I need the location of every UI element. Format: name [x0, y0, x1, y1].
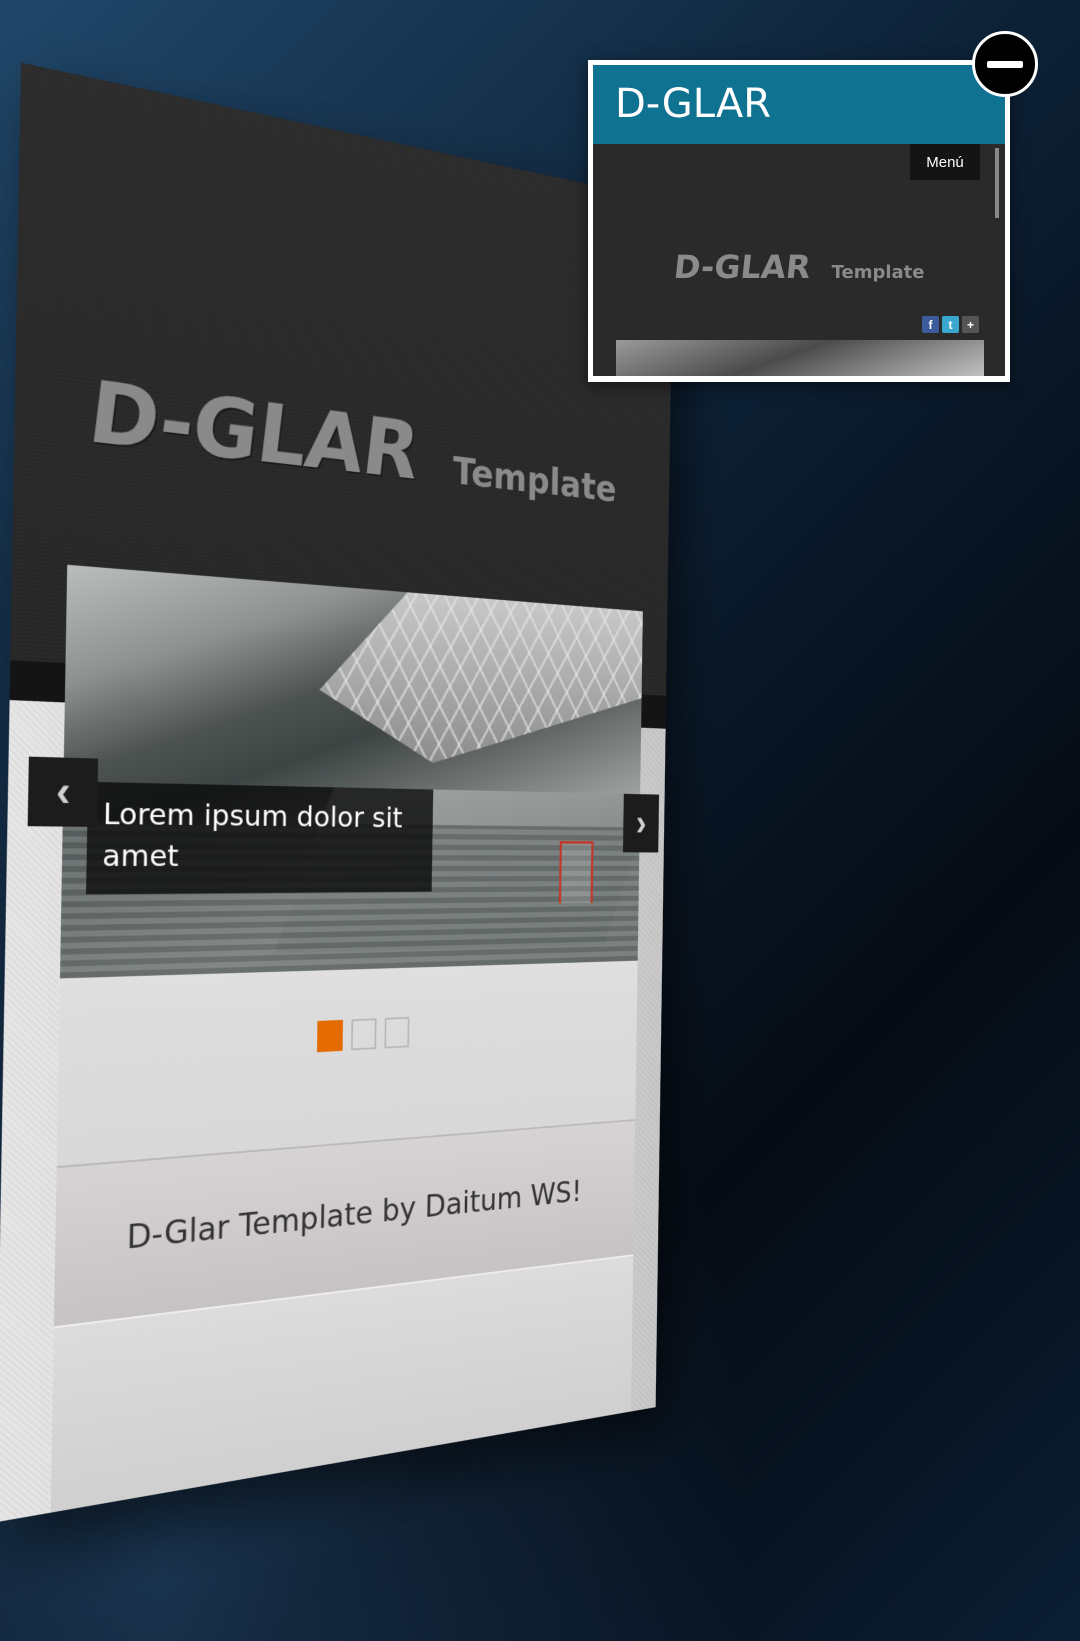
logo-sub-text: Template	[452, 448, 617, 511]
preview-logo-sub: Template	[831, 262, 925, 283]
preview-header: D-GLAR	[593, 65, 1005, 144]
preview-logo-main: D-GLAR	[671, 248, 813, 286]
minimize-button[interactable]	[972, 31, 1038, 97]
preview-logo: D-GLAR Template	[593, 248, 1005, 286]
site-logo[interactable]: D-GLAR Template	[14, 351, 670, 525]
minus-icon	[987, 60, 1023, 68]
slide-caption: Lorem ipsum dolor sit amet	[86, 781, 434, 895]
preview-scrollbar[interactable]	[995, 148, 999, 218]
pager-dot-2[interactable]	[350, 1018, 377, 1051]
logo-main-text: D-GLAR	[83, 361, 423, 498]
pager-dot-3[interactable]	[384, 1016, 410, 1049]
preview-body: Menú D-GLAR Template f t +	[593, 144, 1005, 376]
slider-next-button[interactable]: ›	[622, 793, 660, 853]
preview-slider-image	[616, 340, 984, 376]
pager-dot-1[interactable]	[316, 1019, 344, 1053]
preview-facebook-icon[interactable]: f	[922, 316, 939, 333]
preview-twitter-icon[interactable]: t	[942, 316, 959, 333]
preview-title: D-GLAR	[615, 81, 772, 127]
template-page: D-GLAR Template f t + Lorem ipsum dolor …	[0, 62, 674, 1523]
tagline-text: D-Glar Template by Daitum WS!	[126, 1174, 582, 1258]
slide-caption-text: Lorem ipsum dolor sit amet	[101, 796, 403, 875]
preview-window[interactable]: D-GLAR Menú D-GLAR Template f t +	[588, 60, 1010, 382]
preview-google-plus-icon[interactable]: +	[962, 316, 979, 333]
preview-menu-button[interactable]: Menú	[910, 144, 980, 180]
preview-social-icons: f t +	[922, 316, 979, 333]
image-slider[interactable]: Lorem ipsum dolor sit amet	[59, 564, 643, 979]
slide-image-goal	[558, 841, 594, 904]
slider-prev-button[interactable]: ‹	[27, 756, 99, 827]
